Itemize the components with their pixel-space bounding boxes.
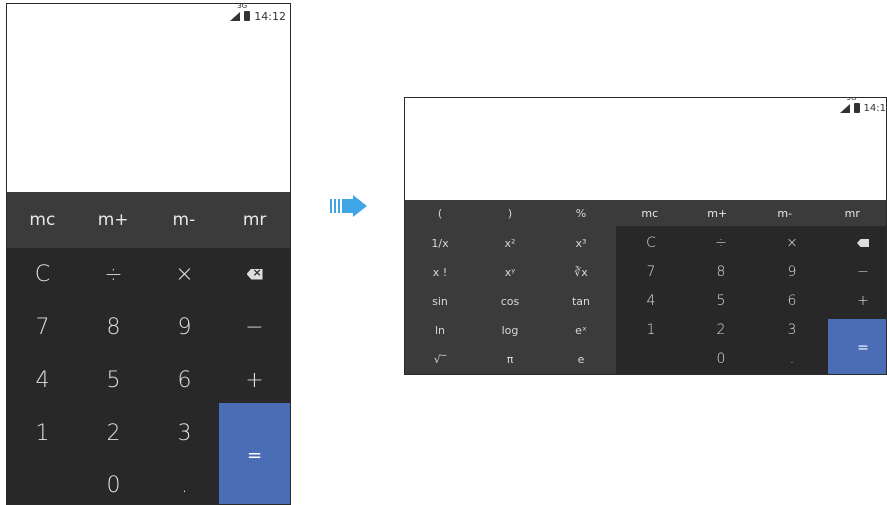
sqrt-button[interactable]: √‾ <box>405 344 475 374</box>
clock: 14:1 <box>863 102 886 114</box>
portrait-calculator: 3G 14:12 mc m+ m- mr C ÷ × 7 8 9 − 4 5 6… <box>6 3 291 505</box>
digit-1-button[interactable]: 1 <box>7 412 78 454</box>
digit-0-button[interactable]: 0 <box>78 464 149 504</box>
clear-button[interactable]: C <box>616 228 686 258</box>
digit-9-button[interactable]: 9 <box>149 306 220 348</box>
ln-button[interactable]: ln <box>405 315 475 345</box>
keypad: C ÷ × 7 8 9 − 4 5 6 + 1 2 3 0 . = <box>7 248 290 504</box>
memory-row: mc m+ m- mr <box>7 192 290 248</box>
status-bar: 3G 14:12 <box>230 4 286 24</box>
digit-7-button[interactable]: 7 <box>7 306 78 348</box>
digit-7-button[interactable]: 7 <box>616 257 686 287</box>
digit-1-button[interactable]: 1 <box>616 315 686 345</box>
factorial-button[interactable]: x ! <box>405 257 475 287</box>
landscape-calculator: 3G 14:1 ( ) % 1/x x² x³ x ! xʸ ∛x sin co… <box>404 97 887 375</box>
power-button[interactable]: xʸ <box>475 257 545 287</box>
digit-6-button[interactable]: 6 <box>149 359 220 401</box>
digit-8-button[interactable]: 8 <box>78 306 149 348</box>
backspace-icon <box>246 268 263 280</box>
mr-button[interactable]: mr <box>819 200 887 226</box>
divide-button[interactable]: ÷ <box>78 253 149 295</box>
mc-button[interactable]: mc <box>616 200 684 226</box>
digit-0-button[interactable]: 0 <box>686 344 756 374</box>
status-bar-landscape: 3G 14:1 <box>839 98 886 115</box>
digit-8-button[interactable]: 8 <box>686 257 756 287</box>
exp-button[interactable]: eˣ <box>546 315 616 345</box>
keypad-landscape: C ÷ × 7 8 9 − 4 5 6 + 1 2 3 0 . = <box>616 226 886 374</box>
open-paren-button[interactable]: ( <box>405 200 475 226</box>
clear-button[interactable]: C <box>7 253 78 295</box>
digit-5-button[interactable]: 5 <box>686 286 756 316</box>
digit-9-button[interactable]: 9 <box>757 257 827 287</box>
signal-icon: 3G <box>839 98 856 113</box>
digit-5-button[interactable]: 5 <box>78 359 149 401</box>
signal-icon: 3G <box>230 4 247 21</box>
digit-2-button[interactable]: 2 <box>686 315 756 345</box>
display-area <box>7 4 290 192</box>
digit-2-button[interactable]: 2 <box>78 412 149 454</box>
equals-button[interactable]: = <box>219 403 290 504</box>
m-plus-button[interactable]: m+ <box>78 192 149 248</box>
minus-button[interactable]: − <box>219 306 290 348</box>
digit-4-button[interactable]: 4 <box>7 359 78 401</box>
cos-button[interactable]: cos <box>475 286 545 316</box>
battery-icon <box>853 103 860 113</box>
digit-6-button[interactable]: 6 <box>757 286 827 316</box>
mr-button[interactable]: mr <box>219 192 290 248</box>
m-plus-button[interactable]: m+ <box>684 200 752 226</box>
tan-button[interactable]: tan <box>546 286 616 316</box>
multiply-button[interactable]: × <box>149 253 220 295</box>
equals-button[interactable]: = <box>828 319 886 374</box>
close-paren-button[interactable]: ) <box>475 200 545 226</box>
multiply-button[interactable]: × <box>757 228 827 258</box>
clock: 14:12 <box>254 9 286 23</box>
digit-3-button[interactable]: 3 <box>149 412 220 454</box>
pi-button[interactable]: π <box>475 344 545 374</box>
reciprocal-button[interactable]: 1/x <box>405 228 475 258</box>
e-button[interactable]: e <box>546 344 616 374</box>
divide-button[interactable]: ÷ <box>686 228 756 258</box>
m-minus-button[interactable]: m- <box>149 192 220 248</box>
percent-button[interactable]: % <box>546 200 616 226</box>
square-button[interactable]: x² <box>475 228 545 258</box>
cube-root-button[interactable]: ∛x <box>546 257 616 287</box>
mc-button[interactable]: mc <box>7 192 78 248</box>
plus-button[interactable]: + <box>219 359 290 401</box>
log-button[interactable]: log <box>475 315 545 345</box>
scientific-panel: ( ) % 1/x x² x³ x ! xʸ ∛x sin cos tan ln… <box>405 200 616 374</box>
decimal-button[interactable]: . <box>149 464 220 504</box>
plus-button[interactable]: + <box>828 286 886 316</box>
backspace-button[interactable] <box>219 253 290 295</box>
minus-button[interactable]: − <box>828 257 886 287</box>
transition-arrow-icon <box>330 195 367 217</box>
backspace-button[interactable] <box>828 228 886 258</box>
decimal-button[interactable]: . <box>757 344 827 374</box>
digit-4-button[interactable]: 4 <box>616 286 686 316</box>
digit-3-button[interactable]: 3 <box>757 315 827 345</box>
backspace-icon <box>857 239 869 247</box>
sin-button[interactable]: sin <box>405 286 475 316</box>
cube-button[interactable]: x³ <box>546 228 616 258</box>
memory-row-landscape: mc m+ m- mr <box>616 200 886 226</box>
battery-icon <box>244 11 251 21</box>
m-minus-button[interactable]: m- <box>751 200 819 226</box>
